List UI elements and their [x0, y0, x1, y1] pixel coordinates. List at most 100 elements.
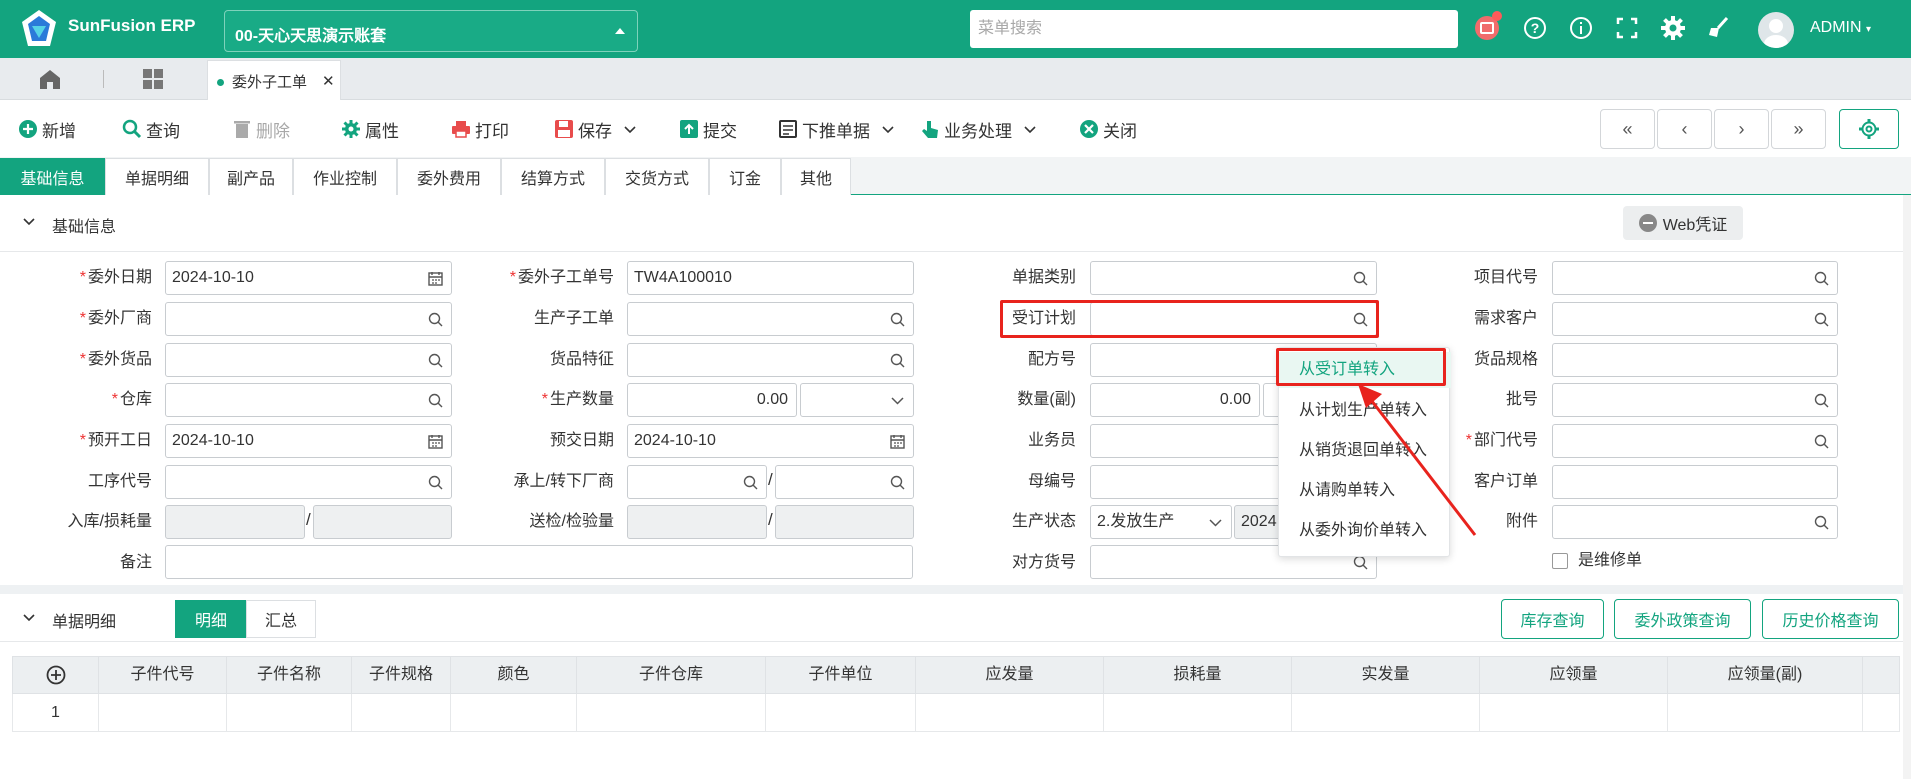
warehouse-field[interactable] [165, 383, 452, 417]
tab-work-control[interactable]: 作业控制 [293, 158, 397, 195]
page-scrollbar[interactable] [1903, 195, 1911, 779]
search-icon[interactable] [890, 353, 905, 368]
col-part-unit[interactable]: 子件单位 [766, 657, 916, 693]
cell-loss-qty[interactable] [1104, 694, 1292, 731]
save-button[interactable]: 保存 [554, 117, 636, 141]
help-icon[interactable]: ? [1521, 14, 1549, 42]
lower-vendor-field[interactable] [775, 465, 914, 499]
print-button[interactable]: 打印 [451, 117, 509, 141]
tab-delivery[interactable]: 交货方式 [605, 158, 709, 195]
cell-color[interactable] [451, 694, 577, 731]
search-icon[interactable] [890, 312, 905, 327]
batch-no-field[interactable] [1552, 383, 1838, 417]
chevron-down-icon[interactable] [22, 611, 36, 625]
summary-view-toggle[interactable]: 汇总 [246, 600, 316, 638]
search-icon[interactable] [1814, 515, 1829, 530]
cell-part-name[interactable] [227, 694, 352, 731]
first-record-button[interactable]: « [1600, 109, 1655, 149]
remark-field[interactable] [165, 545, 913, 579]
tab-by-products[interactable]: 副产品 [209, 158, 293, 195]
col-issue-qty[interactable]: 应发量 [916, 657, 1104, 693]
project-code-field[interactable] [1552, 261, 1838, 295]
settings-gear-icon[interactable] [1659, 14, 1687, 42]
outsource-date-field[interactable]: 2024-10-10 [165, 261, 452, 295]
push-down-button[interactable]: 下推单据 [778, 117, 894, 141]
customer-order-field[interactable] [1552, 465, 1838, 499]
qty-aux-field[interactable]: 0.00 [1090, 383, 1260, 417]
planned-delivery-field[interactable]: 2024-10-10 [627, 424, 914, 458]
search-icon[interactable] [1814, 393, 1829, 408]
history-price-button[interactable]: 历史价格查询 [1762, 599, 1899, 639]
close-button[interactable]: 关闭 [1079, 117, 1137, 141]
tab-outsource-fee[interactable]: 委外费用 [397, 158, 501, 195]
tab-basic-info[interactable]: 基础信息 [0, 158, 105, 195]
search-icon[interactable] [428, 393, 443, 408]
goods-feature-field[interactable] [627, 343, 914, 377]
search-icon[interactable] [1814, 312, 1829, 327]
new-button[interactable]: 新增 [18, 117, 76, 141]
upper-vendor-field[interactable] [627, 465, 767, 499]
tab-outsource-sub-order[interactable]: 委外子工单 ✕ [207, 60, 341, 100]
close-icon[interactable]: ✕ [322, 72, 335, 90]
tab-other[interactable]: 其他 [781, 158, 851, 195]
outsource-goods-field[interactable] [165, 343, 452, 377]
cell-part-warehouse[interactable] [577, 694, 766, 731]
calendar-icon[interactable] [890, 434, 905, 449]
table-row[interactable]: 1 [12, 694, 1900, 732]
col-required-qty[interactable]: 应领量 [1480, 657, 1668, 693]
query-button[interactable]: 查询 [122, 117, 180, 141]
add-circle-icon[interactable] [46, 665, 66, 685]
tab-doc-detail[interactable]: 单据明细 [105, 158, 209, 195]
prod-unit-select[interactable] [800, 383, 914, 417]
dept-code-field[interactable] [1552, 424, 1838, 458]
delete-button[interactable]: 删除 [232, 117, 290, 141]
calendar-icon[interactable] [428, 271, 443, 286]
col-color[interactable]: 颜色 [451, 657, 577, 693]
sub-order-no-field[interactable]: TW4A100010 [627, 261, 914, 295]
outsource-vendor-field[interactable] [165, 302, 452, 336]
search-icon[interactable] [1353, 271, 1368, 286]
home-icon[interactable] [38, 68, 62, 90]
search-icon[interactable] [743, 475, 758, 490]
cell-required-qty-aux[interactable] [1668, 694, 1863, 731]
prod-sub-order-field[interactable] [627, 302, 914, 336]
detail-view-toggle[interactable]: 明细 [175, 600, 247, 638]
calendar-icon[interactable] [428, 434, 443, 449]
col-required-qty-aux[interactable]: 应领量(副) [1668, 657, 1863, 693]
prod-status-select[interactable]: 2.发放生产 [1090, 505, 1232, 539]
avatar[interactable] [1758, 12, 1794, 48]
fullscreen-icon[interactable] [1613, 14, 1641, 42]
goods-spec-field[interactable] [1552, 343, 1838, 377]
broom-icon[interactable] [1705, 14, 1733, 42]
user-menu[interactable]: ADMIN ▾ [1810, 19, 1871, 37]
col-part-spec[interactable]: 子件规格 [352, 657, 451, 693]
section-header[interactable]: 基础信息 Web凭证 [0, 195, 1911, 252]
search-icon[interactable] [1814, 271, 1829, 286]
info-icon[interactable] [1567, 14, 1595, 42]
next-record-button[interactable]: › [1714, 109, 1769, 149]
planned-start-field[interactable]: 2024-10-10 [165, 424, 452, 458]
search-icon[interactable] [1353, 555, 1368, 570]
cell-issue-qty[interactable] [916, 694, 1104, 731]
search-icon[interactable] [428, 353, 443, 368]
is-repair-checkbox[interactable] [1552, 553, 1568, 569]
demand-customer-field[interactable] [1552, 302, 1838, 336]
col-part-name[interactable]: 子件名称 [227, 657, 352, 693]
col-actual-qty[interactable]: 实发量 [1292, 657, 1480, 693]
col-part-code[interactable]: 子件代号 [99, 657, 227, 693]
col-part-warehouse[interactable]: 子件仓库 [577, 657, 766, 693]
search-icon[interactable] [428, 312, 443, 327]
search-icon[interactable] [1814, 434, 1829, 449]
cell-part-unit[interactable] [766, 694, 916, 731]
policy-query-button[interactable]: 委外政策查询 [1614, 599, 1751, 639]
page-settings-button[interactable] [1839, 109, 1899, 149]
stock-query-button[interactable]: 库存查询 [1501, 599, 1604, 639]
attachment-field[interactable] [1552, 505, 1838, 539]
prod-qty-field[interactable]: 0.00 [627, 383, 797, 417]
cell-part-spec[interactable] [352, 694, 451, 731]
doc-type-field[interactable] [1090, 261, 1377, 295]
cell-part-code[interactable] [99, 694, 227, 731]
last-record-button[interactable]: » [1771, 109, 1826, 149]
tab-settlement[interactable]: 结算方式 [501, 158, 605, 195]
properties-button[interactable]: 属性 [341, 117, 399, 141]
